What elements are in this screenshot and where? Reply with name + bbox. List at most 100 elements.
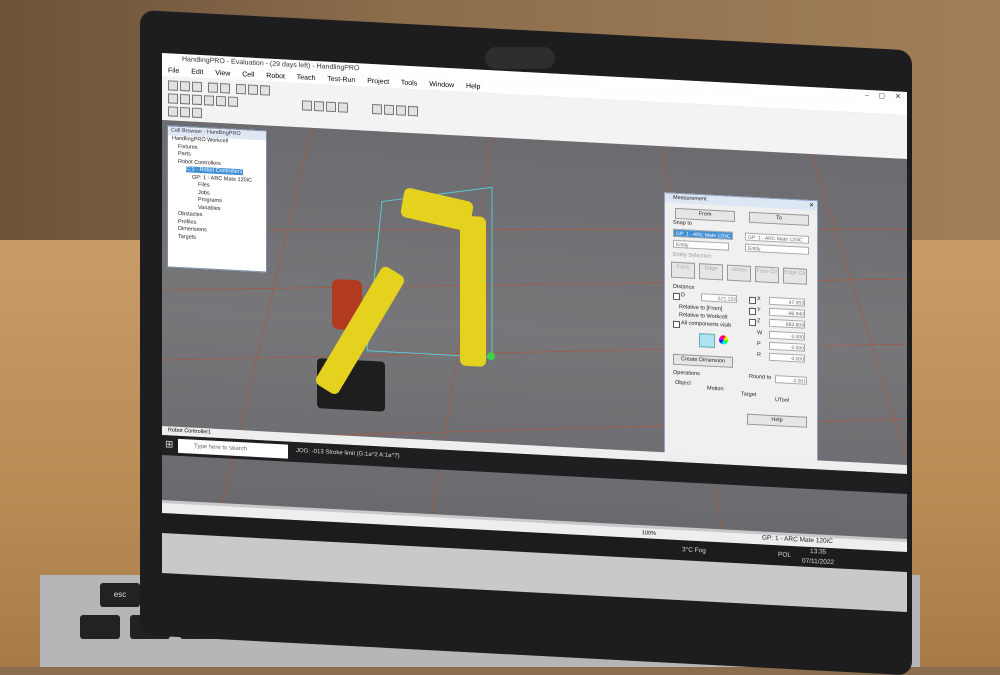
teach-icon[interactable] [384,104,394,116]
w-label: W [757,330,763,337]
distance-label: Distance [673,283,695,291]
x-label: X [757,296,761,303]
measurement-panel: Measurement ✕ From To Snap to GP: 1 - AR… [664,192,818,465]
robot-upper-arm[interactable] [460,215,486,367]
pan-icon[interactable] [204,95,214,106]
snap-to-label: Snap to [673,219,692,227]
operations-label: Operations [673,369,700,378]
program-icon[interactable] [396,105,406,116]
language-indicator[interactable]: POL [778,551,791,559]
measure-icon[interactable] [168,106,178,117]
y-checkbox[interactable] [749,307,756,316]
utool-button[interactable]: UTool [775,397,789,405]
taskbar-search[interactable]: Type here to search [178,438,288,459]
y-value: -96.940 [769,307,805,318]
all-components-checkbox[interactable] [673,320,680,329]
fit-view-icon[interactable] [216,95,226,107]
key [80,615,120,639]
new-icon[interactable] [168,80,178,91]
object-button[interactable]: Object [675,380,691,388]
zoom-in-icon[interactable] [168,93,178,104]
jog-status-text: JOG: -013 Stroke limit (G:1a^2 A:1a^7) [296,448,400,460]
controller-status: Robot Controller1 [168,427,212,436]
clock-date[interactable]: 07/11/2022 [802,558,834,567]
weather-text: 3°C Fog [682,546,706,555]
play-icon[interactable] [302,100,312,111]
color-wheel-icon[interactable] [719,335,728,345]
menu-robot[interactable]: Robot [266,72,285,80]
maximize-icon[interactable]: ▢ [878,91,885,103]
from-target-field[interactable]: GP: 1 - ARC Mate 120iC [673,228,733,240]
z-checkbox[interactable] [749,318,756,327]
close-icon[interactable]: ✕ [895,91,901,103]
redo-icon[interactable] [220,83,230,94]
x-value: 47.353 [769,296,805,307]
to-button[interactable]: To [749,211,809,226]
z-label: Z [757,318,761,325]
open-icon[interactable] [180,80,190,92]
windows-start-icon[interactable]: ⊞ [165,439,173,450]
webcam [485,47,555,69]
menu-window[interactable]: Window [429,81,454,89]
menu-teach[interactable]: Teach [297,74,316,82]
y-label: Y [757,307,761,314]
menu-cell[interactable]: Cell [242,71,254,79]
edge-button[interactable]: Edge [699,263,723,281]
all-components-label: All components visib [681,320,732,329]
d-checkbox[interactable] [673,292,680,301]
edge-center-button[interactable]: Edge Ctr [783,267,807,285]
menu-test-run[interactable]: Test-Run [327,76,355,84]
to-entity-select[interactable]: Entity [745,243,809,255]
menu-tools[interactable]: Tools [401,80,417,88]
clock-time[interactable]: 13:35 [810,548,826,556]
to-target-field[interactable]: GP: 1 - ARC Mate 120iC [745,232,809,244]
target-button[interactable]: Target [741,391,756,399]
p-value: 0.000 [769,341,805,352]
stop-icon[interactable] [314,100,324,112]
r-value: 0.000 [769,352,805,363]
rotate-view-icon[interactable] [192,94,202,106]
round-to-field[interactable]: 0.001 [775,375,807,385]
d-value: 571.122 [701,293,737,304]
d-label: D [681,292,685,299]
face-center-button[interactable]: Face Ctr [755,266,779,284]
vertex-button[interactable]: Vertex [727,264,751,282]
motion-button[interactable]: Motion [707,386,724,394]
round-to-label: Round to [749,373,772,381]
menu-project[interactable]: Project [367,78,389,86]
paste-icon[interactable] [260,85,270,96]
r-label: R [757,352,761,359]
cell-icon[interactable] [408,105,418,117]
color-swatch[interactable] [699,333,715,348]
zoom-out-icon[interactable] [180,93,190,105]
menu-help[interactable]: Help [466,83,480,91]
menu-view[interactable]: View [215,70,230,78]
laptop-screen: HandlingPRO - Evaluation - (29 days left… [162,53,907,613]
cell-browser-panel: Cell Browser - HandlingPRO HandlingPRO W… [167,125,267,273]
close-icon[interactable]: ✕ [809,202,814,209]
menu-edit[interactable]: Edit [191,69,203,77]
cut-icon[interactable] [236,83,246,95]
step-icon[interactable] [338,102,348,113]
w-value: 0.000 [769,330,805,341]
p-label: P [757,341,761,348]
undo-icon[interactable] [208,82,218,93]
from-entity-select[interactable]: Entity [673,239,729,251]
menu-file[interactable]: File [168,67,179,75]
help-button[interactable]: Help [747,413,807,428]
create-dimension-button[interactable]: Create Dimension [673,353,733,368]
entity-selection-label: Entity Selection [673,251,711,260]
face-button[interactable]: Face [671,261,695,279]
record-icon[interactable] [372,104,382,115]
jog-icon[interactable] [192,107,202,119]
target-icon[interactable] [180,106,190,118]
x-checkbox[interactable] [749,296,756,305]
z-value: 883.809 [769,318,805,329]
minimize-icon[interactable]: – [865,90,869,102]
pause-icon[interactable] [326,101,336,113]
wireframe-icon[interactable] [228,96,238,107]
tool-center-point[interactable] [487,352,495,361]
key: esc [100,583,140,607]
save-icon[interactable] [192,81,202,93]
copy-icon[interactable] [248,84,258,96]
